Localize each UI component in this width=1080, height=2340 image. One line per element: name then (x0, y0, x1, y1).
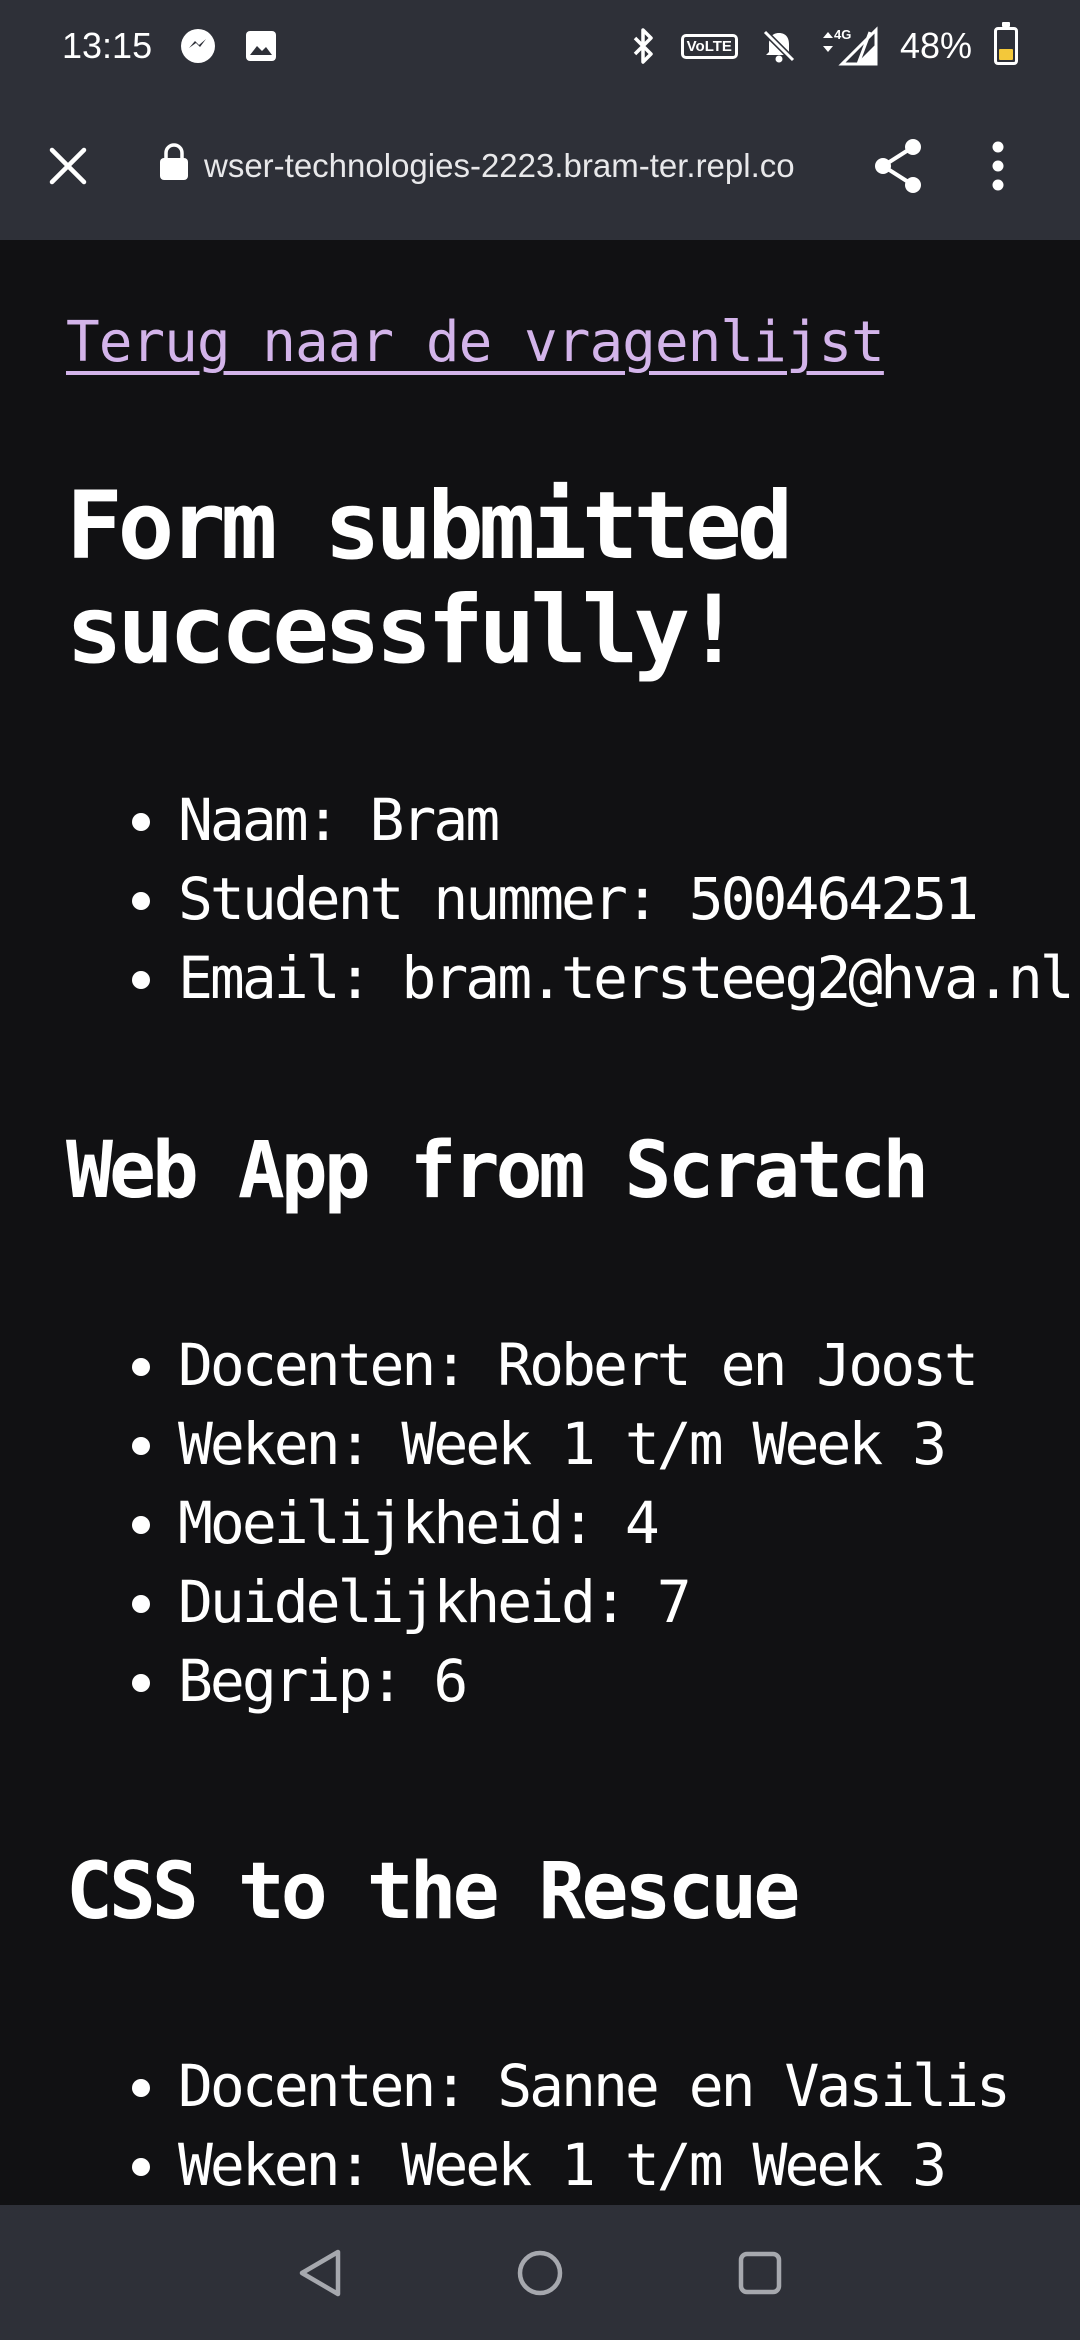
close-icon (49, 147, 87, 185)
bluetooth-icon (629, 26, 659, 66)
back-to-questionnaire-link[interactable]: Terug naar de vragenlijst (66, 310, 885, 375)
back-button[interactable] (285, 2238, 355, 2308)
battery-percent: 48% (899, 25, 972, 66)
system-nav-bar (0, 2205, 1080, 2340)
url-bar[interactable]: wser-technologies-2223.bram-ter.repl.co (158, 143, 818, 189)
recents-button[interactable] (725, 2238, 795, 2308)
browser-toolbar: wser-technologies-2223.bram-ter.repl.co (0, 92, 1080, 240)
lock-icon (158, 143, 190, 189)
messenger-icon (178, 26, 218, 66)
list-item: Naam: Bram (66, 781, 1014, 860)
bell-muted-icon (760, 27, 798, 65)
section-list: Docenten: Robert en Joost Weken: Week 1 … (66, 1326, 1014, 1721)
share-icon (875, 139, 921, 193)
recents-square-icon (738, 2251, 782, 2294)
home-button[interactable] (505, 2238, 575, 2308)
more-vert-icon (992, 141, 1004, 191)
status-left: 13:15 (62, 25, 278, 67)
list-item: Docenten: Robert en Joost (66, 1326, 1014, 1405)
url-text: wser-technologies-2223.bram-ter.repl.co (204, 147, 795, 184)
status-time: 13:15 (62, 25, 153, 66)
more-options-button[interactable] (948, 116, 1048, 216)
status-right: VoLTE 4G 48% (629, 22, 1018, 67)
section-title: Web App from Scratch (66, 1126, 929, 1216)
close-tab-button[interactable] (18, 116, 118, 216)
svg-text:4G: 4G (834, 27, 851, 42)
battery-charging-icon (994, 22, 1018, 65)
list-item: Weken: Week 1 t/m Week 3 (66, 2126, 1014, 2205)
list-item: Email: bram.tersteeg2@hva.nl (66, 939, 1075, 1018)
battery-level (999, 48, 1013, 60)
signal-icon: 4G (820, 26, 878, 66)
list-item: Student nummer: 500464251 (66, 860, 1014, 939)
section-title: CSS to the Rescue (66, 1847, 800, 1937)
list-item: Docenten: Sanne en Vasilis (66, 2047, 1014, 2126)
status-bar: 13:15 VoLTE 4G 48% (0, 0, 1080, 92)
share-button[interactable] (848, 116, 948, 216)
list-item: Begrip: 6 (66, 1642, 1014, 1721)
volte-icon: VoLTE (680, 33, 738, 59)
back-triangle-icon (299, 2249, 341, 2296)
section-list: Docenten: Sanne en Vasilis Weken: Week 1… (66, 2047, 1014, 2205)
page-content: Terug naar de vragenlijst Form submitted… (0, 240, 1080, 2205)
page-title: Form submitted successfully! (66, 472, 793, 685)
list-item: Weken: Week 1 t/m Week 3 (66, 1405, 1014, 1484)
list-item: Moeilijkheid: 4 (66, 1484, 1014, 1563)
user-info-list: Naam: Bram Student nummer: 500464251 Ema… (66, 781, 1075, 1018)
home-circle-icon (517, 2250, 563, 2295)
list-item: Duidelijkheid: 7 (66, 1563, 1014, 1642)
gallery-icon (244, 29, 278, 63)
